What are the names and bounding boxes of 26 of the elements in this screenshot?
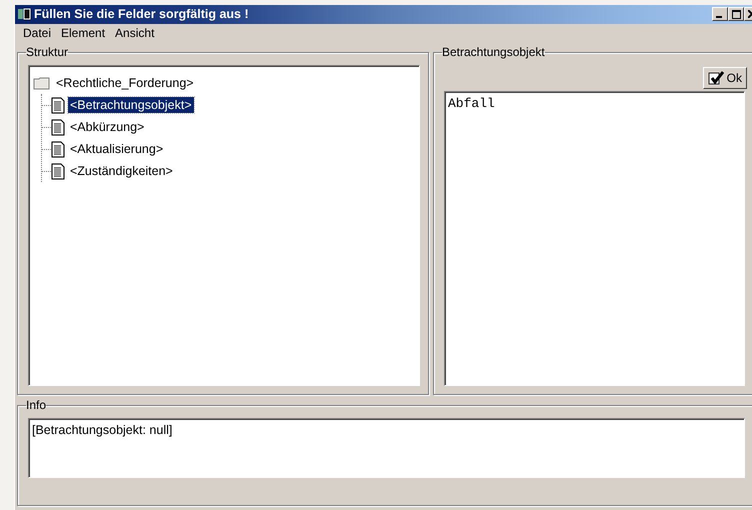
maximize-icon — [732, 10, 740, 19]
menu-item[interactable]: Datei — [19, 26, 56, 40]
app-icon — [17, 7, 31, 22]
document-icon — [51, 118, 65, 136]
tree-item[interactable]: <Abkürzung> — [68, 119, 146, 135]
document-icon — [51, 162, 65, 180]
maximize-button[interactable] — [728, 7, 744, 22]
tree-item[interactable]: <Aktualisierung> — [68, 141, 166, 157]
document-icon — [51, 96, 65, 114]
window-title: Füllen Sie die Felder sorgfältig aus ! — [34, 7, 250, 22]
tree-item[interactable]: <Zuständigkeiten> — [68, 163, 175, 179]
panel-title: Struktur — [26, 45, 68, 59]
tree-item[interactable]: <Rechtliche_Forderung> — [54, 75, 196, 91]
panel-title: Info — [26, 398, 46, 412]
menu-item[interactable]: Ansicht — [111, 26, 158, 40]
menu-item[interactable]: Element — [57, 26, 110, 40]
minimize-button[interactable] — [712, 7, 728, 22]
folder-icon — [33, 76, 51, 90]
info-text: [Betrachtungsobjekt: null] — [28, 418, 745, 478]
tree-view[interactable]: <Rechtliche_Forderung> <Betrachtungsobjekt> <Abkürzung> <Aktualisierung> <Zuständigkeiten> — [28, 65, 420, 386]
checkmark-icon — [708, 71, 724, 85]
panel-title: Betrachtungsobjekt — [442, 45, 545, 59]
tree-item[interactable]: <Betrachtungsobjekt> — [68, 97, 194, 113]
text-area[interactable]: Abfall — [444, 91, 745, 386]
ok-button[interactable]: Ok — [702, 67, 747, 89]
document-icon — [51, 140, 65, 158]
